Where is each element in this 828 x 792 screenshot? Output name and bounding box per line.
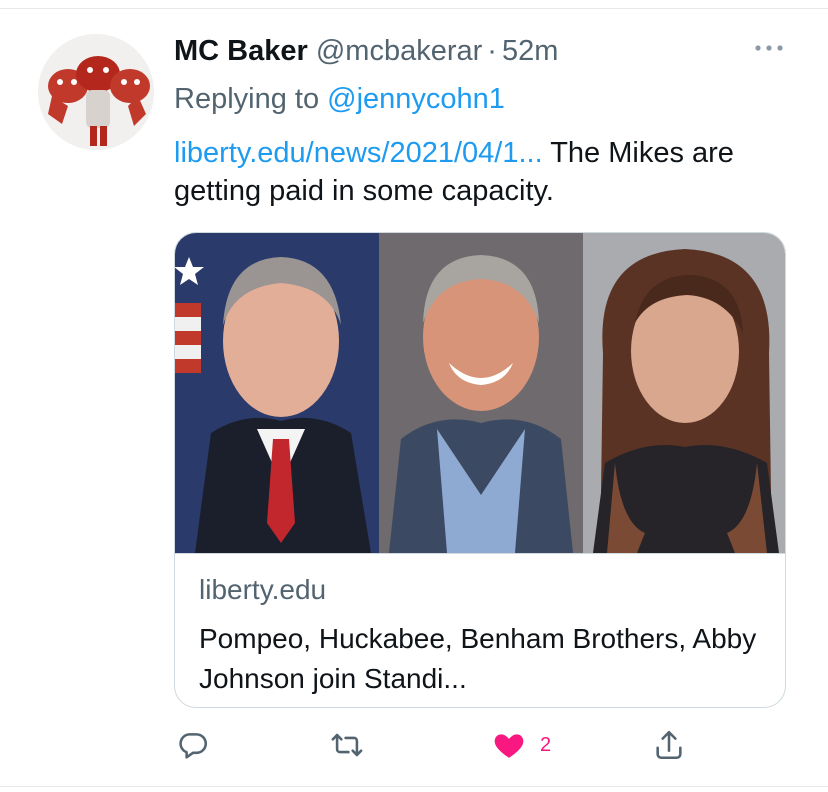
- card-divider: [175, 553, 785, 554]
- top-divider: [0, 8, 828, 9]
- avatar-image: [38, 34, 154, 150]
- more-horizontal-icon: [755, 45, 783, 51]
- card-domain: liberty.edu: [199, 574, 327, 605]
- share-icon: [656, 730, 682, 760]
- tweet-url-link[interactable]: liberty.edu/news/2021/04/1...: [174, 137, 543, 169]
- action-bar: 2: [0, 722, 828, 768]
- link-preview-card[interactable]: liberty.edu Pompeo, Huckabee, Benham Bro…: [174, 232, 786, 708]
- timestamp[interactable]: 52m: [502, 35, 558, 67]
- more-button[interactable]: [752, 36, 786, 60]
- retweet-button[interactable]: [330, 722, 364, 768]
- card-image: [175, 233, 785, 553]
- replying-to-link[interactable]: @jennycohn1: [327, 83, 505, 115]
- reply-button[interactable]: [176, 722, 210, 768]
- author-name[interactable]: MC Baker: [174, 35, 308, 67]
- avatar[interactable]: [38, 34, 154, 150]
- replying-prefix: Replying to: [174, 83, 328, 115]
- heart-icon: [494, 734, 524, 758]
- bottom-divider: [0, 786, 828, 787]
- card-title: Pompeo, Huckabee, Benham Brothers, Abby …: [199, 623, 757, 694]
- tweet-text: liberty.edu/news/2021/04/1... The Mikes …: [174, 134, 814, 210]
- author-handle[interactable]: @mcbakerar: [316, 35, 482, 67]
- like-button[interactable]: 2: [492, 722, 551, 768]
- tweet-header: MC Baker @mcbakerar · 52m: [174, 34, 558, 68]
- reply-icon: [179, 733, 208, 759]
- like-count: 2: [540, 733, 552, 756]
- retweet-icon: [331, 733, 363, 757]
- separator: ·: [487, 35, 497, 67]
- replying-to-line: Replying to @jennycohn1: [174, 82, 505, 116]
- share-button[interactable]: [652, 722, 686, 768]
